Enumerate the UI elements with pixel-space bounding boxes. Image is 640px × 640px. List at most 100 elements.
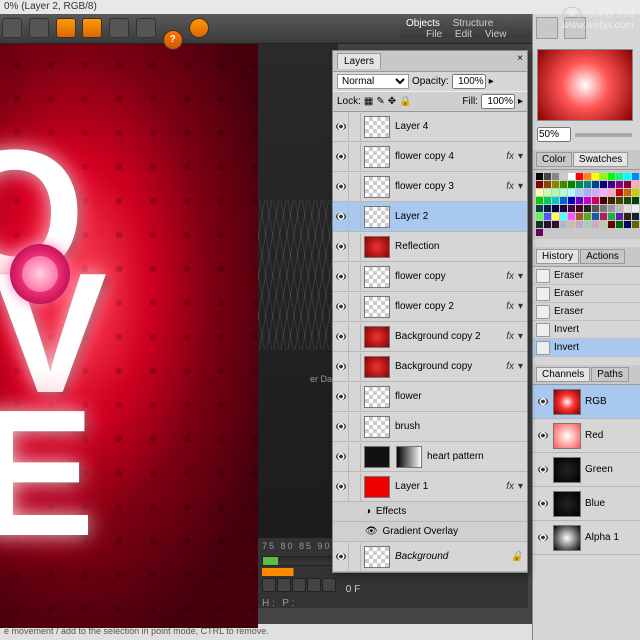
visibility-eye-icon[interactable] — [333, 173, 349, 201]
layer-name[interactable]: Layer 1 — [393, 481, 502, 492]
layer-thumbnail[interactable] — [364, 146, 390, 168]
tool-icon[interactable] — [536, 17, 558, 39]
lock-paint-icon[interactable]: ✎ — [376, 96, 384, 107]
swatch[interactable] — [560, 173, 567, 180]
chevron-down-icon[interactable]: ▾ — [518, 271, 527, 282]
swatch[interactable] — [536, 189, 543, 196]
swatch[interactable] — [584, 189, 591, 196]
layer-thumbnail[interactable] — [364, 476, 390, 498]
link-cell[interactable] — [349, 143, 361, 171]
layer-name[interactable]: flower copy 3 — [393, 181, 502, 192]
layer-name[interactable]: Background copy — [393, 361, 502, 372]
visibility-eye-icon[interactable] — [333, 263, 349, 291]
chevron-right-icon[interactable]: ▸ — [489, 76, 494, 87]
swatch[interactable] — [584, 181, 591, 188]
swatch[interactable] — [560, 221, 567, 228]
swatch[interactable] — [584, 197, 591, 204]
swatch[interactable] — [584, 221, 591, 228]
layer-name[interactable]: flower — [393, 391, 527, 402]
swatch[interactable] — [600, 181, 607, 188]
swatch[interactable] — [616, 181, 623, 188]
layer-effect-row[interactable]: ◑ Effects — [333, 502, 527, 522]
layer-thumbnail[interactable] — [364, 296, 390, 318]
layer-name[interactable]: Background — [393, 551, 511, 562]
visibility-eye-icon[interactable] — [536, 531, 550, 545]
swatch[interactable] — [608, 205, 615, 212]
swatch[interactable] — [608, 213, 615, 220]
chevron-down-icon[interactable]: ▾ — [518, 181, 527, 192]
swatch[interactable] — [544, 173, 551, 180]
close-icon[interactable]: × — [517, 53, 523, 64]
swatch[interactable] — [552, 205, 559, 212]
layer-name[interactable]: Reflection — [393, 241, 527, 252]
swatch[interactable] — [632, 221, 639, 228]
tab-channels[interactable]: Channels — [536, 367, 590, 382]
layer-row[interactable]: heart pattern — [333, 442, 527, 472]
fx-badge[interactable]: fx — [502, 481, 518, 492]
swatch[interactable] — [624, 189, 631, 196]
lock-position-icon[interactable]: ✥ — [388, 96, 396, 107]
swatch[interactable] — [608, 221, 615, 228]
swatch[interactable] — [576, 221, 583, 228]
layer-thumbnail[interactable] — [364, 326, 390, 348]
swatch[interactable] — [560, 213, 567, 220]
swatch[interactable] — [576, 189, 583, 196]
swatch[interactable] — [624, 197, 631, 204]
layer-name[interactable]: brush — [393, 421, 527, 432]
tab-layers[interactable]: Layers — [337, 53, 381, 69]
swatch[interactable] — [624, 213, 631, 220]
layer-row[interactable]: Layer 2 — [333, 202, 527, 232]
chevron-down-icon[interactable]: ▾ — [518, 361, 527, 372]
zoom-slider[interactable] — [575, 133, 632, 137]
visibility-eye-icon[interactable] — [333, 353, 349, 381]
help-icon[interactable]: ? — [163, 30, 183, 50]
layer-name[interactable]: heart pattern — [425, 451, 527, 462]
layer-row[interactable]: flower copy 3fx▾ — [333, 172, 527, 202]
swatch[interactable] — [632, 173, 639, 180]
chevron-down-icon[interactable]: ▾ — [518, 151, 527, 162]
swatch[interactable] — [536, 229, 543, 236]
swatch[interactable] — [568, 205, 575, 212]
swatch[interactable] — [592, 221, 599, 228]
link-cell[interactable] — [349, 443, 361, 471]
blend-mode-select[interactable]: Normal — [337, 74, 409, 89]
link-cell[interactable] — [349, 113, 361, 141]
link-cell[interactable] — [349, 413, 361, 441]
swatch[interactable] — [576, 205, 583, 212]
swatch[interactable] — [616, 213, 623, 220]
fx-badge[interactable]: fx — [502, 301, 518, 312]
chevron-down-icon[interactable]: ▾ — [518, 481, 527, 492]
swatch[interactable] — [608, 197, 615, 204]
swatch[interactable] — [608, 189, 615, 196]
visibility-eye-icon[interactable] — [333, 443, 349, 471]
fx-badge[interactable]: fx — [502, 361, 518, 372]
swatch[interactable] — [584, 173, 591, 180]
swatch[interactable] — [592, 197, 599, 204]
link-cell[interactable] — [349, 203, 361, 231]
swatch[interactable] — [592, 205, 599, 212]
swatch[interactable] — [600, 205, 607, 212]
swatch[interactable] — [616, 221, 623, 228]
swatch[interactable] — [536, 205, 543, 212]
link-cell[interactable] — [349, 173, 361, 201]
swatch[interactable] — [600, 213, 607, 220]
swatch[interactable] — [544, 189, 551, 196]
link-cell[interactable] — [349, 323, 361, 351]
layer-effect-row[interactable]: 👁 Gradient Overlay — [333, 522, 527, 542]
visibility-eye-icon[interactable] — [536, 395, 550, 409]
navigator-thumbnail[interactable] — [537, 49, 633, 121]
effect-eye-icon[interactable]: 👁 — [365, 526, 378, 537]
swatch[interactable] — [568, 221, 575, 228]
layer-thumbnail[interactable] — [364, 116, 390, 138]
layer-thumbnail[interactable] — [364, 446, 390, 468]
chevron-right-icon[interactable]: ▸ — [518, 96, 523, 107]
chevron-down-icon[interactable]: ▾ — [518, 331, 527, 342]
layer-name[interactable]: Layer 4 — [393, 121, 527, 132]
swatch[interactable] — [552, 213, 559, 220]
swatch[interactable] — [576, 173, 583, 180]
swatch[interactable] — [544, 181, 551, 188]
layer-row[interactable]: flower copy 2fx▾ — [333, 292, 527, 322]
link-cell[interactable] — [349, 353, 361, 381]
swatch[interactable] — [624, 205, 631, 212]
play-last-icon[interactable] — [322, 578, 336, 592]
